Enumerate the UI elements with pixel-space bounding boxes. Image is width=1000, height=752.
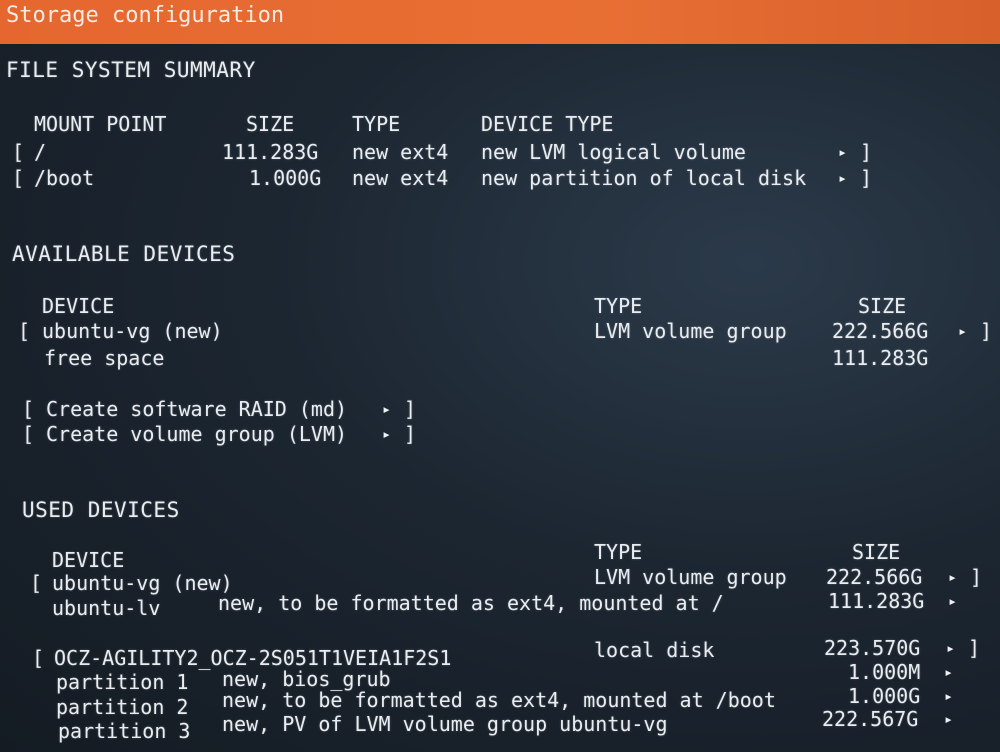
- column-header-mount-point: MOUNT POINT: [34, 112, 167, 136]
- bracket-open: [: [12, 140, 25, 164]
- section-heading-fs-summary: FILE SYSTEM SUMMARY: [6, 58, 256, 82]
- size-value: 223.570G: [824, 636, 921, 660]
- fs-type: new ext4: [352, 166, 449, 190]
- column-header-device-type: DEVICE TYPE: [481, 112, 614, 136]
- bracket-open: [: [30, 571, 43, 595]
- arrow-right-icon: ▸: [948, 592, 958, 610]
- window-title: Storage configuration: [6, 3, 285, 28]
- device-description: new, to be formatted as ext4, mounted at…: [218, 591, 724, 615]
- button-label: Create volume group (LVM): [46, 422, 348, 446]
- device-name: ubuntu-vg (new): [52, 571, 233, 595]
- size-value: 222.566G: [826, 565, 923, 589]
- bracket-close: ]: [968, 636, 981, 660]
- arrow-right-icon: ▸: [838, 169, 848, 187]
- bracket-close: ]: [860, 166, 873, 190]
- arrow-right-icon: ▸: [944, 687, 954, 705]
- partition-name: partition 3: [58, 719, 191, 743]
- bracket-close: ]: [980, 319, 993, 343]
- device-type: new LVM logical volume: [481, 140, 746, 164]
- size-value: 111.283G: [222, 140, 319, 164]
- partition-description: new, PV of LVM volume group ubuntu-vg: [222, 712, 668, 736]
- column-header-type: TYPE: [594, 294, 643, 318]
- column-header-device: DEVICE: [52, 548, 125, 572]
- column-header-type: TYPE: [594, 540, 643, 564]
- bracket-open: [: [12, 166, 25, 190]
- column-header-size: SIZE: [246, 112, 295, 136]
- arrow-right-icon: ▸: [944, 663, 954, 681]
- column-header-device: DEVICE: [42, 294, 115, 318]
- size-value: 222.567G: [822, 707, 919, 731]
- partition-description: new, to be formatted as ext4, mounted at…: [222, 688, 776, 712]
- fs-type: new ext4: [352, 140, 449, 164]
- arrow-right-icon: ▸: [838, 143, 848, 161]
- mount-point: /boot: [34, 166, 95, 190]
- arrow-right-icon: ▸: [382, 400, 392, 418]
- bracket-open: [: [32, 646, 45, 670]
- column-header-size: SIZE: [852, 540, 901, 564]
- column-header-size: SIZE: [858, 294, 907, 318]
- button-label: Create software RAID (md): [46, 397, 348, 421]
- bracket-open: [: [18, 319, 31, 343]
- bracket-close: ]: [970, 565, 983, 589]
- arrow-right-icon: ▸: [944, 710, 954, 728]
- bracket-close: ]: [404, 422, 417, 446]
- arrow-right-icon: ▸: [382, 425, 392, 443]
- partition-name: partition 1: [56, 670, 189, 694]
- bracket-close: ]: [860, 140, 873, 164]
- section-heading-used-devices: USED DEVICES: [22, 498, 180, 522]
- bracket-close: ]: [404, 397, 417, 421]
- device-type: local disk: [594, 638, 715, 662]
- title-bar: Storage configuration: [0, 0, 1000, 44]
- device-name: ubuntu-vg (new): [42, 319, 223, 343]
- device-type: LVM volume group: [594, 565, 787, 589]
- size-value: 1.000M: [848, 660, 921, 684]
- section-heading-available-devices: AVAILABLE DEVICES: [12, 242, 236, 266]
- size-value: 222.566G: [832, 319, 929, 343]
- arrow-right-icon: ▸: [958, 322, 968, 340]
- mount-point: /: [34, 140, 47, 164]
- free-space-label: free space: [44, 346, 165, 370]
- partition-name: partition 2: [56, 695, 189, 719]
- size-value: 1.000G: [848, 684, 921, 708]
- arrow-right-icon: ▸: [946, 639, 956, 657]
- device-type: new partition of local disk: [481, 166, 807, 190]
- free-space-size: 111.283G: [832, 346, 929, 370]
- device-name: ubuntu-lv: [52, 596, 161, 620]
- size-value: 1.000G: [249, 166, 322, 190]
- column-header-type: TYPE: [352, 112, 401, 136]
- bracket-open: [: [22, 397, 35, 421]
- size-value: 111.283G: [828, 589, 925, 613]
- device-type: LVM volume group: [594, 319, 787, 343]
- bracket-open: [: [22, 422, 35, 446]
- arrow-right-icon: ▸: [948, 568, 958, 586]
